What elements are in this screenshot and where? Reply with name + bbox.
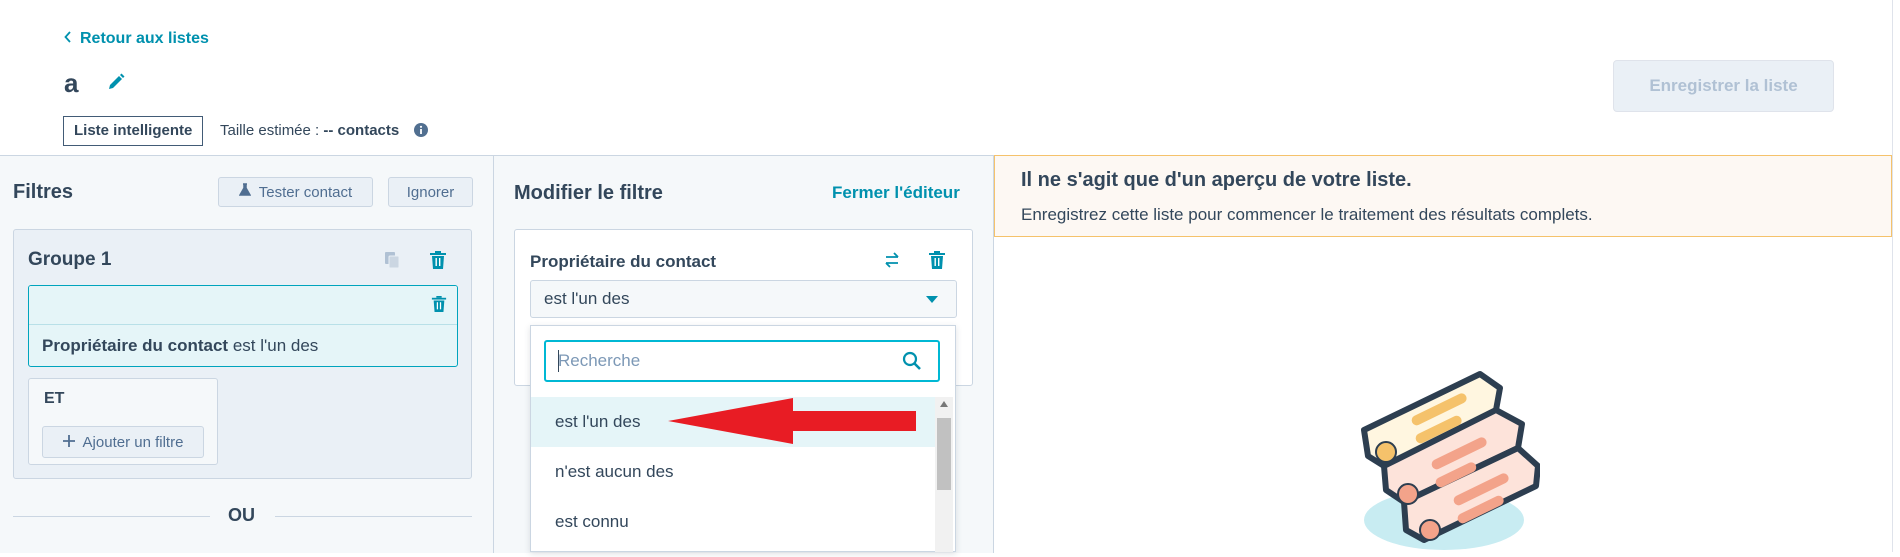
scroll-up-arrow-icon[interactable]: [940, 401, 948, 407]
filter-condition-card[interactable]: Propriétaire du contact est l'un des: [28, 285, 458, 367]
trash-icon[interactable]: [429, 250, 447, 270]
operator-select[interactable]: est l'un des: [530, 280, 957, 318]
dropdown-option[interactable]: est connu: [531, 497, 935, 547]
list-preview-illustration: [1340, 370, 1541, 552]
caret-down-icon: [926, 296, 938, 303]
copy-icon[interactable]: [384, 251, 400, 269]
info-icon[interactable]: [414, 123, 428, 137]
test-contact-button[interactable]: Tester contact: [218, 177, 373, 207]
filter-card-header: [29, 286, 457, 325]
search-icon[interactable]: [902, 351, 922, 371]
text-cursor: [558, 350, 559, 372]
property-title: Propriétaire du contact: [530, 252, 717, 271]
group-title: Groupe 1: [28, 249, 112, 270]
estimated-size: Taille estimée : -- contacts: [220, 122, 399, 139]
test-contact-label: Tester contact: [258, 183, 353, 201]
annotation-arrow-icon: [668, 396, 918, 446]
or-label: OU: [228, 505, 255, 525]
close-editor-link[interactable]: Fermer l'éditeur: [832, 183, 960, 203]
filter-summary: Propriétaire du contact est l'un des: [42, 336, 318, 356]
notice-text: Enregistrez cette liste pour commencer l…: [1021, 205, 1593, 224]
filters-title: Filtres: [13, 181, 74, 203]
operator-select-value: est l'un des: [544, 289, 630, 308]
trash-icon[interactable]: [431, 295, 447, 313]
notice-title: Il ne s'agit que d'un aperçu de votre li…: [1021, 169, 1412, 191]
add-filter-button[interactable]: Ajouter un filtre: [42, 426, 204, 458]
divider: [275, 516, 472, 517]
size-label: Taille estimée :: [220, 122, 320, 139]
swap-icon[interactable]: [883, 251, 901, 269]
pencil-icon[interactable]: [106, 72, 126, 92]
size-value: -- contacts: [323, 122, 400, 139]
list-name: a: [64, 68, 79, 98]
search-input[interactable]: [544, 340, 940, 382]
flask-icon: [238, 183, 252, 201]
editor-title: Modifier le filtre: [514, 182, 663, 204]
plus-icon: [62, 434, 75, 451]
trash-icon[interactable]: [928, 250, 946, 270]
divider: [13, 516, 210, 517]
list-type-badge: Liste intelligente: [63, 116, 204, 146]
save-list-button[interactable]: Enregistrer la liste: [1613, 60, 1834, 112]
filter-property: Propriétaire du contact: [42, 336, 229, 355]
add-filter-label: Ajouter un filtre: [82, 433, 184, 451]
filter-operator: est l'un des: [232, 336, 319, 355]
scrollbar-thumb[interactable]: [937, 418, 951, 490]
dropdown-option[interactable]: n'est aucun des: [531, 447, 935, 497]
chevron-left-icon: [64, 30, 72, 48]
ignore-button[interactable]: Ignorer: [388, 177, 473, 207]
back-to-lists-link[interactable]: Retour aux listes: [64, 30, 209, 48]
page-scrollbar[interactable]: [1892, 0, 1900, 552]
back-link-label: Retour aux listes: [80, 30, 209, 47]
and-label: ET: [44, 390, 65, 407]
